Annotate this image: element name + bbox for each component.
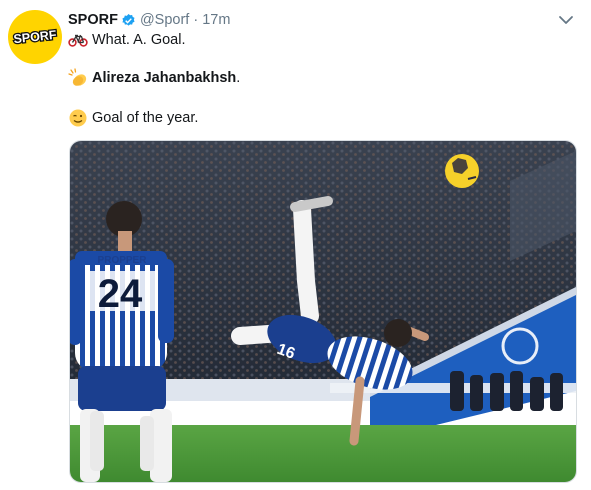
account-handle[interactable]: @Sporf	[140, 12, 189, 28]
sporf-logo: SPORF	[12, 26, 59, 47]
jersey-name-propper: PROPPER	[98, 255, 148, 266]
verified-badge-icon	[121, 13, 136, 28]
avatar-logo-text: SPORF	[13, 28, 58, 46]
tweet-text-line-2: Alireza Jahanbakhsh .	[68, 68, 240, 88]
football	[445, 154, 479, 188]
clapping-hands-icon	[68, 68, 88, 88]
tweet-text-what-a-goal: What. A. Goal.	[92, 32, 186, 48]
chevron-down-icon[interactable]	[556, 12, 576, 28]
player-name-period: .	[236, 70, 241, 86]
header-separator: ·	[193, 12, 199, 28]
bicycle-icon	[68, 30, 88, 50]
winking-face-icon	[68, 108, 88, 128]
tweet-photo[interactable]: PROPPER 24 16	[69, 140, 577, 483]
tweet-timestamp[interactable]: 17m	[202, 12, 230, 28]
tweet-text-goal-of-year: Goal of the year.	[92, 110, 199, 126]
tweet-text-line-3: Goal of the year.	[68, 108, 198, 128]
player-name: Alireza Jahanbakhsh	[92, 70, 237, 86]
tweet-card: SPORF SPORF @Sporf · 17m What. A. Goal. …	[0, 0, 591, 490]
avatar[interactable]: SPORF	[8, 10, 62, 64]
account-name[interactable]: SPORF	[68, 12, 118, 28]
tweet-header: SPORF @Sporf · 17m	[68, 10, 230, 30]
tweet-text-line-1: What. A. Goal.	[68, 30, 186, 50]
goal-photo-illustration: PROPPER 24 16	[70, 141, 576, 482]
jersey-number-24: 24	[98, 272, 143, 316]
brighton-crest	[501, 327, 539, 365]
